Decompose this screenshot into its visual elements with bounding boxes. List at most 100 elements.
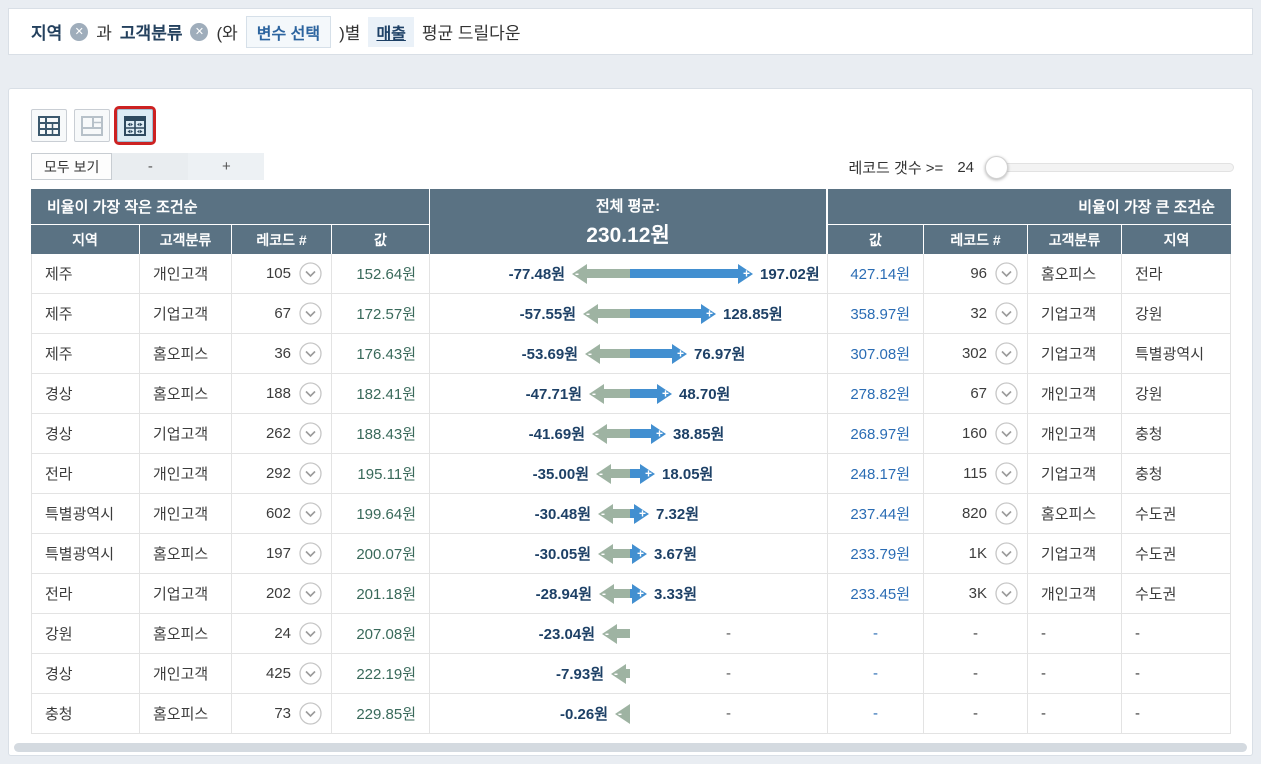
expand-chevron-icon[interactable] bbox=[995, 462, 1018, 485]
record-count: 197 bbox=[266, 545, 291, 562]
right-segment-cell: 홈오피스 bbox=[1027, 254, 1121, 294]
right-region-cell: 수도권 bbox=[1121, 574, 1231, 614]
difference-cell: -47.71원-+48.70원 bbox=[429, 374, 827, 414]
dimension-chip-region[interactable]: 지역 bbox=[31, 19, 62, 44]
difference-cell: -53.69원-+76.97원 bbox=[429, 334, 827, 374]
remove-segment-icon[interactable]: ✕ bbox=[190, 23, 208, 41]
right-segment-cell: 개인고객 bbox=[1027, 414, 1121, 454]
expand-chevron-icon[interactable] bbox=[299, 462, 322, 485]
record-count: - bbox=[973, 705, 978, 722]
difference-cell: -77.48원-+197.02원 bbox=[429, 254, 827, 294]
slider-thumb[interactable] bbox=[985, 156, 1008, 179]
right-value-cell: 237.44원 bbox=[827, 494, 923, 534]
expand-chevron-icon[interactable] bbox=[299, 702, 322, 725]
col-header-right-region[interactable]: 지역 bbox=[1121, 224, 1231, 254]
right-arrow-icon: + bbox=[630, 543, 647, 565]
right-records-cell: 302 bbox=[923, 334, 1027, 374]
difference-cell: -7.93원-- bbox=[429, 654, 827, 694]
col-header-left-value[interactable]: 값 bbox=[331, 224, 429, 254]
right-segment-cell: - bbox=[1027, 694, 1121, 734]
right-value-cell: 278.82원 bbox=[827, 374, 923, 414]
col-header-right-value[interactable]: 값 bbox=[827, 224, 923, 254]
expand-chevron-icon[interactable] bbox=[995, 502, 1018, 525]
positive-diff-label: - bbox=[726, 705, 731, 722]
expand-chevron-icon[interactable] bbox=[995, 582, 1018, 605]
difference-cell: -23.04원-- bbox=[429, 614, 827, 654]
right-group-header: 비율이 가장 큰 조건순 bbox=[827, 189, 1231, 224]
left-value-cell: 188.43원 bbox=[331, 414, 429, 454]
right-region-cell: - bbox=[1121, 654, 1231, 694]
col-header-left-segment[interactable]: 고객분류 bbox=[139, 224, 231, 254]
column-table-view-button[interactable] bbox=[31, 109, 67, 142]
record-count: 36 bbox=[274, 345, 291, 362]
right-region-cell: 강원 bbox=[1121, 294, 1231, 334]
positive-diff-label: - bbox=[726, 625, 731, 642]
expand-chevron-icon[interactable] bbox=[995, 382, 1018, 405]
left-records-cell: 188 bbox=[231, 374, 331, 414]
expand-chevron-icon[interactable] bbox=[995, 422, 1018, 445]
right-segment-cell: - bbox=[1027, 614, 1121, 654]
record-count: 820 bbox=[962, 505, 987, 522]
right-segment-cell: 개인고객 bbox=[1027, 574, 1121, 614]
right-arrow-icon: + bbox=[630, 383, 672, 405]
right-value-cell: 427.14원 bbox=[827, 254, 923, 294]
expand-chevron-icon[interactable] bbox=[995, 302, 1018, 325]
expand-chevron-icon[interactable] bbox=[299, 302, 322, 325]
col-header-left-records[interactable]: 레코드 # bbox=[231, 224, 331, 254]
record-count-slider[interactable] bbox=[986, 163, 1234, 172]
expand-chevron-icon[interactable] bbox=[299, 542, 322, 565]
record-count: 115 bbox=[963, 465, 987, 482]
expand-chevron-icon[interactable] bbox=[299, 342, 322, 365]
difference-cell: -30.05원-+3.67원 bbox=[429, 534, 827, 574]
show-all-button[interactable]: 모두 보기 bbox=[31, 153, 112, 180]
record-count: 425 bbox=[266, 665, 291, 682]
right-arrow-icon: + bbox=[630, 583, 647, 605]
expand-chevron-icon[interactable] bbox=[299, 662, 322, 685]
right-arrow-icon: + bbox=[630, 303, 716, 325]
right-records-cell: 160 bbox=[923, 414, 1027, 454]
drilldown-compare-view-button[interactable] bbox=[117, 109, 153, 142]
right-value-cell: 268.97원 bbox=[827, 414, 923, 454]
col-header-left-region[interactable]: 지역 bbox=[31, 224, 139, 254]
right-region-cell: 수도권 bbox=[1121, 534, 1231, 574]
overall-average-value: 230.12원 bbox=[586, 219, 670, 249]
left-records-cell: 425 bbox=[231, 654, 331, 694]
expand-chevron-icon[interactable] bbox=[299, 582, 322, 605]
positive-diff-label: 18.05원 bbox=[662, 463, 713, 484]
expand-chevron-icon[interactable] bbox=[299, 382, 322, 405]
expand-chevron-icon[interactable] bbox=[299, 622, 322, 645]
right-records-cell: - bbox=[923, 654, 1027, 694]
decrease-rows-button[interactable]: - bbox=[112, 153, 188, 180]
layout-view-button[interactable] bbox=[74, 109, 110, 142]
negative-diff-label: -41.69원 bbox=[529, 423, 585, 444]
expand-chevron-icon[interactable] bbox=[995, 262, 1018, 285]
left-region-cell: 특별광역시 bbox=[31, 494, 139, 534]
difference-cell: -41.69원-+38.85원 bbox=[429, 414, 827, 454]
right-value-cell: - bbox=[827, 614, 923, 654]
measure-chip-sales[interactable]: 매출 bbox=[368, 17, 413, 47]
right-region-cell: 특별광역시 bbox=[1121, 334, 1231, 374]
expand-chevron-icon[interactable] bbox=[299, 422, 322, 445]
expand-chevron-icon[interactable] bbox=[299, 262, 322, 285]
col-header-right-segment[interactable]: 고객분류 bbox=[1027, 224, 1121, 254]
expand-chevron-icon[interactable] bbox=[995, 542, 1018, 565]
horizontal-scrollbar[interactable] bbox=[14, 743, 1247, 752]
expand-chevron-icon[interactable] bbox=[299, 502, 322, 525]
left-value-cell: 222.19원 bbox=[331, 654, 429, 694]
positive-diff-label: 197.02원 bbox=[760, 263, 820, 284]
left-value-cell: 152.64원 bbox=[331, 254, 429, 294]
variable-select-button[interactable]: 변수 선택 bbox=[246, 16, 331, 48]
remove-region-icon[interactable]: ✕ bbox=[70, 23, 88, 41]
difference-cell: -28.94원-+3.33원 bbox=[429, 574, 827, 614]
right-arrow-icon: + bbox=[630, 263, 753, 285]
left-value-cell: 176.43원 bbox=[331, 334, 429, 374]
right-region-cell: 충청 bbox=[1121, 454, 1231, 494]
right-region-cell: 충청 bbox=[1121, 414, 1231, 454]
expand-chevron-icon[interactable] bbox=[995, 342, 1018, 365]
increase-rows-button[interactable]: + bbox=[188, 153, 264, 180]
dimension-chip-segment[interactable]: 고객분류 bbox=[120, 19, 183, 44]
left-arrow-icon: - bbox=[583, 303, 630, 325]
record-count: - bbox=[973, 625, 978, 642]
col-header-right-records[interactable]: 레코드 # bbox=[923, 224, 1027, 254]
right-arrow-icon: + bbox=[630, 463, 655, 485]
